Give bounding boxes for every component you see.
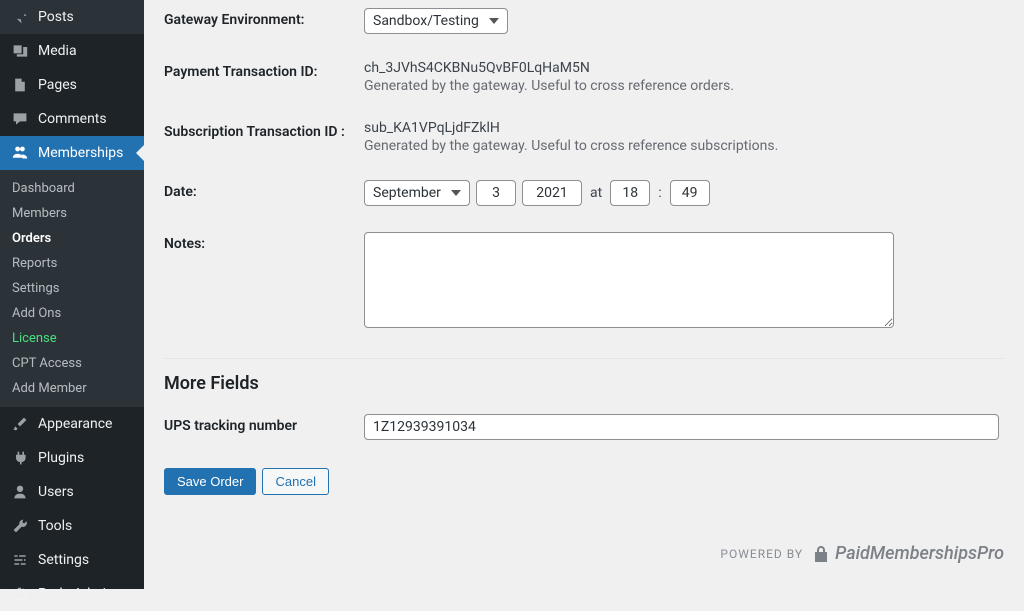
media-icon (10, 41, 30, 61)
date-controls: September at : (364, 180, 1004, 206)
sidebar-item-comments[interactable]: Comments (0, 102, 144, 136)
section-divider (164, 358, 1004, 359)
submenu-dashboard[interactable]: Dashboard (0, 176, 144, 201)
powered-by-label: POWERED BY (720, 547, 803, 561)
sidebar-item-label: Settings (38, 552, 89, 568)
lock-icon (811, 544, 831, 564)
value-subscription-txn: sub_KA1VPqLjdFZklH (364, 120, 1004, 136)
submenu-members[interactable]: Members (0, 201, 144, 226)
row-subscription-txn: Subscription Transaction ID : sub_KA1VPq… (164, 102, 1004, 162)
pmpro-logo-text: PaidMembershipsPro (835, 543, 1004, 564)
sidebar-item-plugins[interactable]: Plugins (0, 441, 144, 475)
pods-icon (10, 584, 30, 604)
sidebar-item-pods-admin[interactable]: Pods Admin (0, 577, 144, 611)
label-ups-tracking: UPS tracking number (164, 414, 364, 434)
input-ups-tracking[interactable] (364, 414, 999, 440)
page-icon (10, 75, 30, 95)
select-month[interactable]: September (364, 180, 470, 206)
input-day[interactable] (476, 180, 516, 206)
save-order-button[interactable]: Save Order (164, 468, 256, 495)
sidebar-item-label: Posts (38, 9, 74, 25)
user-icon (10, 482, 30, 502)
value-payment-txn: ch_3JVhS4CKBNu5QvBF0LqHaM5N (364, 60, 1004, 76)
submenu-add-member[interactable]: Add Member (0, 376, 144, 401)
sidebar-submenu: Dashboard Members Orders Reports Setting… (0, 170, 144, 407)
sidebar-item-label: Memberships (38, 145, 123, 161)
people-icon (10, 143, 30, 163)
action-buttons: Save Order Cancel (164, 468, 1004, 495)
sidebar-item-label: Appearance (38, 416, 112, 432)
desc-subscription-txn: Generated by the gateway. Useful to cros… (364, 138, 1004, 154)
sidebar-item-tools[interactable]: Tools (0, 509, 144, 543)
sidebar-item-label: Comments (38, 111, 107, 127)
row-notes: Notes: (164, 214, 1004, 340)
powered-by: POWERED BY PaidMembershipsPro (164, 543, 1004, 564)
main-content: Gateway Environment: Sandbox/Testing Pay… (144, 0, 1024, 589)
submenu-addons[interactable]: Add Ons (0, 301, 144, 326)
sidebar-item-settings[interactable]: Settings (0, 543, 144, 577)
sidebar-item-label: Pages (38, 77, 77, 93)
row-payment-txn: Payment Transaction ID: ch_3JVhS4CKBNu5Q… (164, 42, 1004, 102)
sidebar-item-users[interactable]: Users (0, 475, 144, 509)
row-gateway-env: Gateway Environment: Sandbox/Testing (164, 0, 1004, 42)
sidebar-item-media[interactable]: Media (0, 34, 144, 68)
submenu-orders[interactable]: Orders (0, 226, 144, 251)
label-notes: Notes: (164, 232, 364, 252)
desc-payment-txn: Generated by the gateway. Useful to cros… (364, 78, 1004, 94)
heading-more-fields: More Fields (164, 373, 1004, 394)
pmpro-logo: PaidMembershipsPro (811, 543, 1004, 564)
submenu-cpt-access[interactable]: CPT Access (0, 351, 144, 376)
plug-icon (10, 448, 30, 468)
label-payment-txn: Payment Transaction ID: (164, 60, 364, 80)
sidebar-item-posts[interactable]: Posts (0, 0, 144, 34)
wrench-icon (10, 516, 30, 536)
order-form: Gateway Environment: Sandbox/Testing Pay… (164, 0, 1004, 340)
sidebar-item-label: Tools (38, 518, 72, 534)
label-colon: : (656, 185, 663, 201)
select-gateway-env[interactable]: Sandbox/Testing (364, 8, 508, 34)
sidebar-item-label: Users (38, 484, 74, 500)
sidebar-item-label: Media (38, 43, 77, 59)
sidebar-item-appearance[interactable]: Appearance (0, 407, 144, 441)
comment-icon (10, 109, 30, 129)
input-hour[interactable] (610, 180, 650, 206)
label-subscription-txn: Subscription Transaction ID : (164, 120, 364, 140)
admin-sidebar: Posts Media Pages Comments Memberships D… (0, 0, 144, 589)
sliders-icon (10, 550, 30, 570)
cancel-button[interactable]: Cancel (262, 468, 328, 495)
label-at: at (588, 185, 604, 201)
pin-icon (10, 7, 30, 27)
sidebar-item-label: Plugins (38, 450, 84, 466)
sidebar-item-memberships[interactable]: Memberships (0, 136, 144, 170)
label-gateway-env: Gateway Environment: (164, 8, 364, 28)
sidebar-item-pages[interactable]: Pages (0, 68, 144, 102)
label-date: Date: (164, 180, 364, 200)
input-minute[interactable] (670, 180, 710, 206)
row-ups-tracking: UPS tracking number (164, 406, 1004, 448)
submenu-license[interactable]: License (0, 326, 144, 351)
brush-icon (10, 414, 30, 434)
input-year[interactable] (522, 180, 582, 206)
submenu-settings[interactable]: Settings (0, 276, 144, 301)
submenu-reports[interactable]: Reports (0, 251, 144, 276)
sidebar-item-label: Pods Admin (38, 586, 114, 602)
row-date: Date: September at : (164, 162, 1004, 214)
textarea-notes[interactable] (364, 232, 894, 328)
